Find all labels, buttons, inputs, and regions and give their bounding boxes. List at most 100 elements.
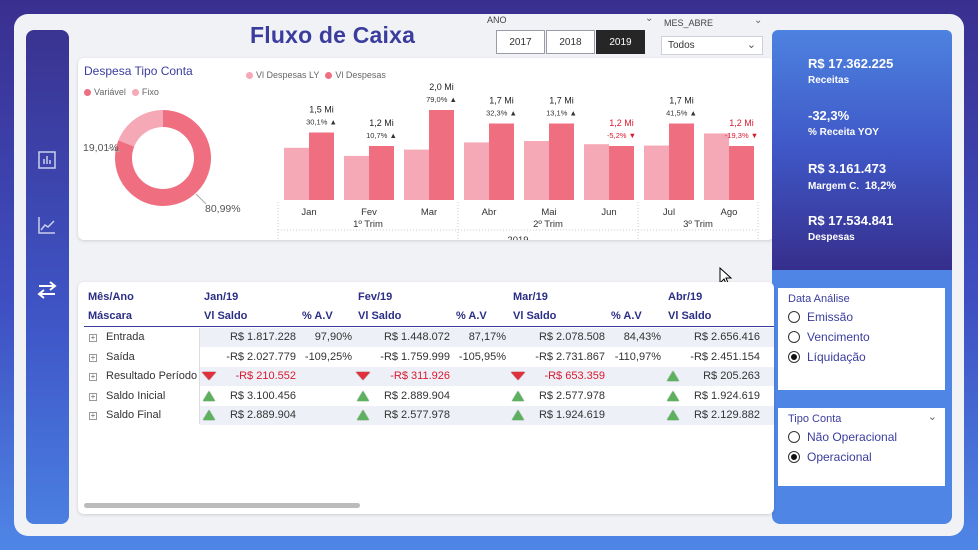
x-tick-label: Jan — [301, 207, 316, 218]
tipo-conta-title: Tipo Conta ⌄ — [778, 408, 945, 427]
av-cell: 84,43% — [623, 331, 661, 343]
data-analise-option[interactable]: Líquidação — [778, 347, 945, 367]
quarter-label: 3º Trim — [683, 219, 713, 230]
x-tick-label: Jun — [601, 207, 616, 218]
row-label: Saldo Final — [106, 409, 162, 421]
saldo-cell: R$ 1.924.619 — [538, 409, 605, 421]
bar-ly-fev[interactable] — [344, 155, 369, 200]
ano-slicer-label: ANO — [487, 15, 507, 25]
data-analise-option[interactable]: Vencimento — [778, 327, 945, 347]
month-header[interactable]: Fev/19 — [358, 291, 392, 303]
year-label: 2019 — [507, 235, 528, 240]
bar-cur-jul[interactable] — [669, 123, 694, 201]
month-header[interactable]: Mar/19 — [513, 291, 548, 303]
bar-ly-abr[interactable] — [464, 142, 489, 200]
bar-chart-icon[interactable] — [35, 148, 59, 172]
bar-cur-abr[interactable] — [489, 123, 514, 201]
mes-dropdown[interactable]: Todos ⌄ — [661, 36, 763, 55]
bar-variation-label: 30,1% ▲ — [306, 118, 337, 127]
month-header[interactable]: Abr/19 — [668, 291, 702, 303]
av-cell: -110,97% — [614, 350, 661, 363]
expand-icon[interactable]: + — [89, 353, 97, 362]
x-tick-label: Mar — [421, 207, 437, 218]
saldo-cell: -R$ 311.926 — [390, 370, 450, 382]
tipo-conta-option[interactable]: Operacional — [778, 447, 945, 467]
saldo-cell: R$ 2.577.978 — [383, 409, 450, 421]
saldo-cell: -R$ 653.359 — [544, 370, 605, 382]
header-divider — [84, 326, 774, 327]
expand-icon[interactable]: + — [89, 412, 97, 420]
horizontal-scrollbar[interactable] — [84, 503, 360, 508]
kpi-value: -32,3% — [808, 108, 850, 123]
bar-ly-jul[interactable] — [644, 145, 669, 200]
row-label: Saldo Inicial — [106, 389, 166, 402]
kpi-despesas: R$ 17.534.841 Despesas — [808, 213, 893, 243]
bar-cur-mar[interactable] — [429, 110, 454, 200]
kpi-label: Margem C. 18,2% — [808, 180, 896, 192]
data-analise-option[interactable]: Emissão — [778, 307, 945, 327]
bar-variation-label: 41,5% ▲ — [666, 109, 697, 118]
bar-ly-jun[interactable] — [584, 144, 609, 200]
left-nav — [26, 30, 69, 524]
line-chart-icon[interactable] — [35, 213, 59, 237]
expand-icon[interactable]: + — [89, 392, 97, 401]
bar-variation-label: 10,7% ▲ — [366, 131, 397, 140]
expense-charts-panel: Despesa Tipo Conta Variável Fixo Vl Desp… — [78, 58, 774, 240]
bar-variation-label: 32,3% ▲ — [486, 109, 517, 118]
kpi-receita-yoy: -32,3% % Receita YOY — [808, 108, 879, 138]
quarter-label: 1º Trim — [353, 219, 383, 230]
month-header[interactable]: Jan/19 — [204, 291, 238, 303]
saldo-cell: R$ 2.889.904 — [383, 389, 450, 402]
radio-icon[interactable] — [788, 311, 800, 323]
ano-option-2017[interactable]: 2017 — [496, 30, 545, 54]
expand-icon[interactable]: + — [89, 334, 97, 342]
chevron-down-icon: ⌄ — [746, 39, 756, 51]
donut-slice-fixo[interactable] — [118, 110, 163, 147]
mes-chevron-icon[interactable]: ⌄ — [754, 15, 762, 26]
radio-icon[interactable] — [788, 351, 800, 363]
bar-ly-mai[interactable] — [524, 141, 549, 200]
ano-option-2019[interactable]: 2019 — [596, 30, 645, 54]
legend-dot — [246, 71, 253, 79]
bar-cur-ago[interactable] — [729, 146, 754, 200]
bar-variation-label: 79,0% ▲ — [426, 95, 457, 104]
saldo-cell: R$ 1.924.619 — [693, 389, 760, 402]
donut-label-fixo: 19,01% — [83, 142, 119, 154]
tipo-conta-slicer: Tipo Conta ⌄ Não Operacional Operacional — [778, 408, 945, 486]
radio-icon[interactable] — [788, 431, 800, 443]
row-label: Saída — [106, 350, 135, 363]
radio-icon[interactable] — [788, 451, 800, 463]
radio-icon[interactable] — [788, 331, 800, 343]
bar-ly-mar[interactable] — [404, 149, 429, 200]
col-header-saldo: Vl Saldo — [204, 310, 248, 322]
kpi-label: Receitas — [808, 75, 850, 86]
chevron-down-icon[interactable]: ⌄ — [928, 410, 937, 423]
bar-value-label: 1,2 Mi — [729, 118, 754, 128]
tipo-conta-option[interactable]: Não Operacional — [778, 427, 945, 447]
bar-ly-ago[interactable] — [704, 133, 729, 200]
bar-value-label: 1,2 Mi — [369, 118, 394, 128]
bar-value-label: 1,7 Mi — [549, 96, 574, 106]
saldo-cell: R$ 1.448.072 — [383, 331, 450, 343]
data-analise-option-label: Vencimento — [807, 330, 870, 344]
bar-cur-jan[interactable] — [309, 132, 334, 201]
row-label: Resultado Período — [106, 370, 198, 382]
mes-slicer-label: MES_ABRE — [664, 18, 714, 28]
saldo-cell: R$ 2.577.978 — [538, 389, 605, 402]
av-cell: 97,90% — [314, 331, 352, 343]
ano-chevron-icon[interactable]: ⌄ — [645, 14, 653, 24]
bar-cur-jun[interactable] — [609, 146, 634, 200]
kpi-receitas: R$ 17.362.225 Receitas — [808, 56, 893, 86]
bar-value-label: 2,0 Mi — [429, 82, 454, 92]
bar-cur-fev[interactable] — [369, 146, 394, 200]
ano-option-2018[interactable]: 2018 — [546, 30, 595, 54]
mes-dropdown-value: Todos — [668, 40, 695, 51]
expand-icon[interactable]: + — [89, 373, 97, 381]
donut-title: Despesa Tipo Conta — [84, 64, 193, 78]
row-label: Entrada — [106, 331, 145, 343]
swap-arrows-icon[interactable] — [35, 278, 59, 302]
kpi-label-text: Margem C. — [808, 181, 860, 192]
bar-ly-jan[interactable] — [284, 147, 309, 200]
tipo-conta-option-label: Operacional — [807, 450, 872, 464]
bar-cur-mai[interactable] — [549, 123, 574, 201]
